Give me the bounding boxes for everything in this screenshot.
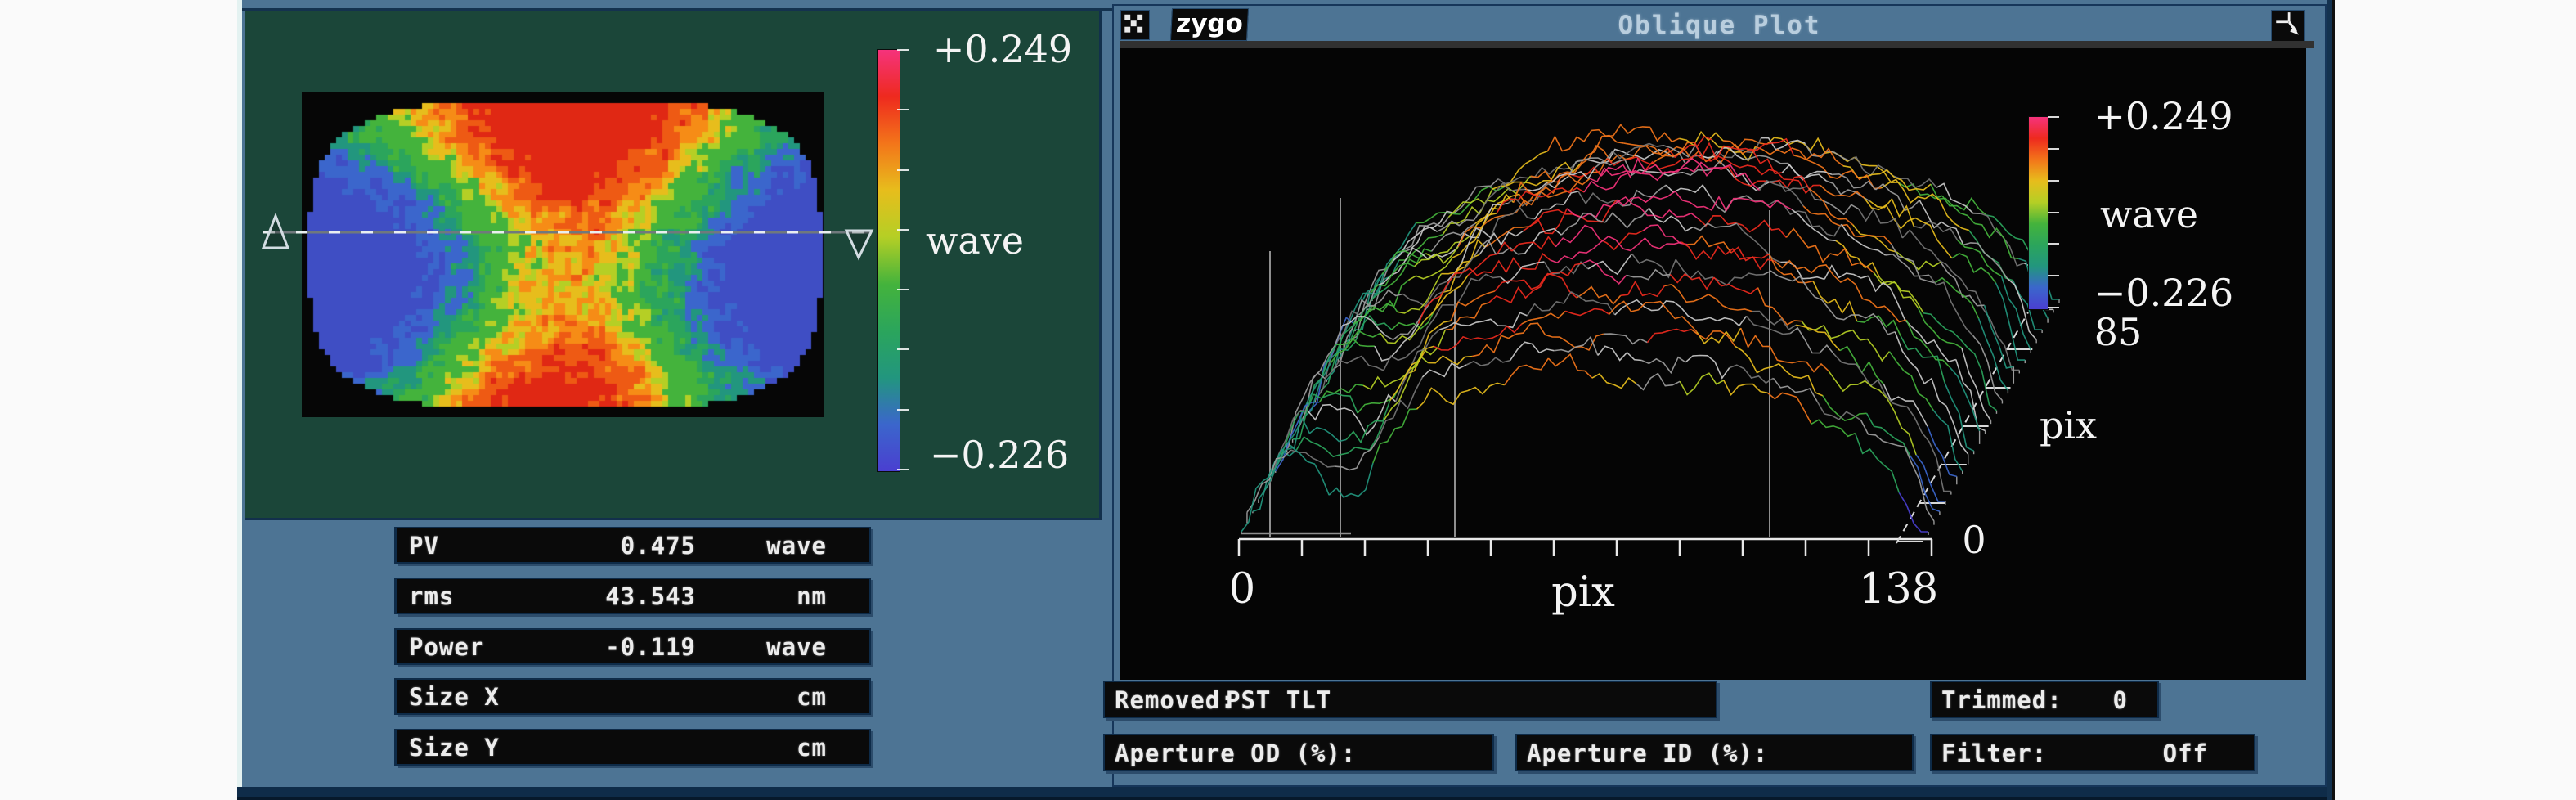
result-box-size-x: Size X cm (396, 678, 871, 715)
oblique-colorbar-max-label: +0.249 (2092, 97, 2235, 136)
trimmed-label: Trimmed: (1941, 686, 2062, 714)
filter-control[interactable]: Filter: Off (1930, 734, 2255, 771)
down-triangle-marker[interactable] (846, 231, 872, 258)
colorbar-tick (897, 49, 909, 51)
colorbar-tick (897, 409, 909, 411)
filter-label: Filter: (1941, 739, 2047, 767)
colorbar-tick (897, 289, 909, 290)
aperture-od-control[interactable]: Aperture OD (%): (1103, 734, 1494, 771)
result-box-rms: rms 43.543 nm (396, 578, 871, 614)
result-box-pv: PV 0.475 wave (396, 527, 871, 564)
oblique-window-title: Oblique Plot (1114, 11, 2325, 40)
result-box-size-y: Size Y cm (396, 729, 871, 766)
filled-colorbar-max-label: +0.249 (916, 29, 1089, 69)
size-y-label: Size Y (409, 734, 500, 762)
pv-unit: wave (766, 532, 827, 560)
plot-top-bevel (1120, 41, 2314, 48)
oblique-colorbar-unit-label: wave (2092, 195, 2206, 234)
pin-button[interactable] (2271, 10, 2305, 43)
right-edge-line (2332, 0, 2335, 800)
colorbar-tick (2048, 116, 2059, 118)
oblique-x-max-label: 138 (1851, 568, 1945, 612)
oblique-depth-max-label: 85 (2092, 312, 2144, 352)
power-value: -0.119 (605, 633, 696, 661)
colorbar-tick (2048, 180, 2059, 182)
size-y-unit: cm (797, 734, 827, 762)
oblique-plot-area (1120, 48, 2306, 680)
metropro-screen: +0.249 wave −0.226 PV 0.475 wave rms 43.… (0, 0, 2576, 800)
oblique-depth-axis-label: pix (2033, 406, 2103, 445)
rms-label: rms (409, 582, 454, 610)
arrow-pin-icon (2272, 11, 2303, 40)
left-bevel-highlight (237, 0, 242, 800)
oblique-wireframe-svg (1120, 48, 2306, 680)
bottom-bar (237, 787, 2335, 800)
colorbar-tick (2048, 212, 2059, 213)
oblique-colorbar-min-label: −0.226 (2087, 273, 2241, 312)
colorbar-tick (2048, 243, 2059, 245)
oblique-titlebar[interactable]: zygo Oblique Plot (1114, 6, 2325, 41)
result-box-power: Power -0.119 wave (396, 628, 871, 665)
size-x-label: Size X (409, 683, 500, 711)
trimmed-value: 0 (2113, 686, 2128, 714)
removed-control[interactable]: Removed: PST TLT (1103, 681, 1717, 718)
colorbar-tick (2048, 148, 2059, 150)
filled-colorbar-unit-label: wave (906, 221, 1043, 260)
removed-label: Removed: (1115, 686, 1236, 714)
colorbar-tick (897, 348, 909, 350)
filter-value: Off (2163, 739, 2208, 767)
pv-label: PV (409, 532, 439, 560)
filled-colorbar-min-label: −0.226 (901, 435, 1097, 474)
power-unit: wave (766, 633, 827, 661)
colorbar-tick (897, 169, 909, 171)
trimmed-control[interactable]: Trimmed: 0 (1930, 681, 2159, 718)
size-x-unit: cm (797, 683, 827, 711)
oblique-depth-min-label: 0 (1954, 520, 1994, 560)
removed-value: PST TLT (1226, 686, 1331, 714)
aperture-od-label: Aperture OD (%): (1115, 739, 1356, 767)
aperture-id-control[interactable]: Aperture ID (%): (1515, 734, 1914, 771)
aperture-id-label: Aperture ID (%): (1527, 739, 1768, 767)
rms-value: 43.543 (605, 582, 696, 610)
colorbar-tick (2048, 275, 2059, 276)
rms-unit: nm (797, 582, 827, 610)
colorbar-tick (2048, 307, 2059, 308)
oblique-x-axis-label: pix (1544, 571, 1622, 615)
oblique-x-min-label: 0 (1221, 568, 1263, 612)
pv-value: 0.475 (621, 532, 696, 560)
oblique-colorbar (2028, 116, 2049, 310)
app-content: +0.249 wave −0.226 PV 0.475 wave rms 43.… (237, 0, 2335, 800)
colorbar-tick (897, 109, 909, 110)
power-label: Power (409, 633, 484, 661)
